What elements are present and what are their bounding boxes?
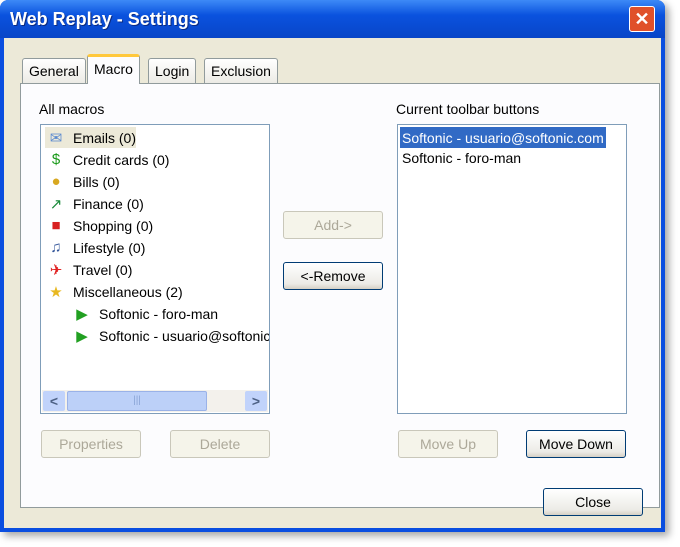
tree-item[interactable]: ✈ Travel (0) — [45, 259, 133, 280]
tree-item[interactable]: ● Bills (0) — [45, 171, 120, 192]
tree-item-label: Softonic - foro-man — [99, 305, 219, 322]
macro-panel: All macros ✉ Emails (0) $ Credit cards (0) ●… — [20, 83, 660, 508]
delete-button[interactable]: Delete — [170, 430, 270, 458]
properties-button[interactable]: Properties — [41, 430, 141, 458]
play-arrow-icon: ▶ — [76, 327, 88, 345]
tree-item[interactable]: $ Credit cards (0) — [45, 149, 170, 170]
tree-item-label: Emails (0) — [73, 129, 137, 146]
play-arrow-icon: ▶ — [76, 305, 88, 323]
tree-item-label: Softonic - usuario@softonic.com — [99, 327, 270, 344]
dollar-icon: $ — [51, 151, 61, 168]
toolbar-buttons-list[interactable]: Softonic - usuario@softonic.com Softonic… — [397, 124, 627, 414]
window-title: Web Replay - Settings — [10, 9, 199, 29]
scroll-right-button[interactable]: > — [245, 391, 267, 411]
envelope-icon: ✉ — [49, 129, 63, 147]
tab-macro[interactable]: Macro — [87, 54, 140, 84]
tree-item[interactable]: ■ Shopping (0) — [45, 215, 153, 236]
tree-item-label: Miscellaneous (2) — [73, 283, 183, 300]
close-window-button[interactable]: ✕ — [629, 6, 655, 32]
chart-up-icon: ↗ — [49, 195, 63, 213]
horizontal-scrollbar[interactable]: < ||| > — [42, 390, 268, 412]
settings-window: Web Replay - Settings ✕ General Macro Lo… — [0, 0, 665, 532]
move-down-button[interactable]: Move Down — [526, 430, 626, 458]
tree-item-label: Finance (0) — [73, 195, 144, 212]
title-bar: Web Replay - Settings ✕ — [0, 0, 665, 38]
tree-item-label: Bills (0) — [73, 173, 120, 190]
add-button[interactable]: Add-> — [283, 211, 383, 239]
lifestyle-icon: ♫ — [50, 239, 62, 256]
tree-item-label: Credit cards (0) — [73, 151, 170, 168]
tab-login[interactable]: Login — [148, 58, 197, 83]
all-macros-tree[interactable]: ✉ Emails (0) $ Credit cards (0) ● Bills (0) ↗ F… — [40, 124, 270, 414]
tree-item[interactable]: ♫ Lifestyle (0) — [45, 237, 145, 258]
tree-item[interactable]: ★ Miscellaneous (2) — [45, 281, 183, 302]
close-button[interactable]: Close — [543, 488, 643, 516]
tree-item[interactable]: ↗ Finance (0) — [45, 193, 144, 214]
tab-general[interactable]: General — [22, 58, 86, 83]
list-item[interactable]: Softonic - foro-man — [400, 147, 523, 168]
dialog-body: General Macro Login Exclusion All macros… — [4, 38, 661, 528]
move-up-button[interactable]: Move Up — [398, 430, 498, 458]
scroll-thumb[interactable]: ||| — [67, 391, 207, 411]
tree-child-item[interactable]: ▶ Softonic - usuario@softonic.com — [71, 325, 270, 346]
tree-item-label: Shopping (0) — [73, 217, 154, 234]
tree-child-item[interactable]: ▶ Softonic - foro-man — [71, 303, 218, 324]
bag-icon: ■ — [51, 217, 61, 234]
tree-item[interactable]: ✉ Emails (0) — [45, 127, 137, 148]
coins-icon: ● — [51, 173, 61, 190]
toolbar-buttons-label: Current toolbar buttons — [396, 101, 540, 117]
tree-item-label: Lifestyle (0) — [73, 239, 146, 256]
list-item[interactable]: Softonic - usuario@softonic.com — [400, 127, 606, 148]
scroll-left-button[interactable]: < — [43, 391, 65, 411]
star-icon: ★ — [49, 283, 63, 301]
tree-item-label: Travel (0) — [73, 261, 133, 278]
all-macros-label: All macros — [39, 101, 105, 117]
airplane-icon: ✈ — [49, 261, 63, 279]
remove-button[interactable]: <-Remove — [283, 262, 383, 290]
tab-exclusion[interactable]: Exclusion — [204, 58, 278, 83]
